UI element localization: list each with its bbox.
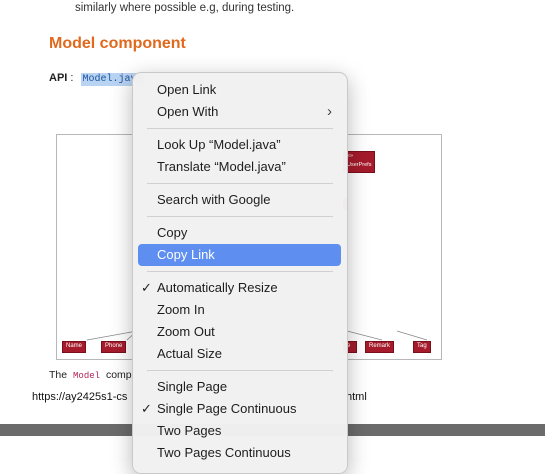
- menu-separator: [147, 271, 333, 272]
- checkmark-icon: ✓: [141, 280, 152, 295]
- menu-label: Actual Size: [157, 346, 223, 361]
- menu-item-look-up[interactable]: Look Up “Model.java”: [138, 134, 341, 156]
- chevron-right-icon: ›: [327, 103, 332, 120]
- menu-label: Open Link: [157, 82, 217, 97]
- menu-label: Search with Google: [157, 192, 271, 207]
- page-url: https://ay2425s1-cs: [32, 391, 128, 403]
- desc-rest: comp: [105, 369, 132, 381]
- menu-label: Two Pages: [157, 423, 222, 438]
- menu-label: Zoom Out: [157, 324, 215, 339]
- menu-item-two-pages[interactable]: Two Pages: [138, 420, 341, 442]
- section-heading: Model component: [49, 35, 186, 52]
- desc-model-code: Model: [73, 371, 101, 381]
- api-row: API : Model.java: [49, 72, 145, 86]
- menu-separator: [147, 370, 333, 371]
- menu-item-zoom-out[interactable]: Zoom Out: [138, 321, 341, 343]
- checkmark-icon: ✓: [141, 401, 152, 416]
- model-description: The Model comp: [49, 369, 132, 381]
- menu-item-zoom-in[interactable]: Zoom In: [138, 299, 341, 321]
- menu-item-two-pages-continuous[interactable]: Two Pages Continuous: [138, 442, 341, 464]
- menu-label: Single Page: [157, 379, 228, 394]
- api-separator: :: [70, 72, 74, 84]
- api-label: API: [49, 72, 68, 84]
- menu-separator: [147, 216, 333, 217]
- menu-label: Open With: [157, 104, 219, 119]
- menu-separator: [147, 183, 333, 184]
- menu-separator: [147, 128, 333, 129]
- menu-item-open-with[interactable]: Open With ›: [138, 101, 341, 123]
- intro-text: similarly where possible e.g, during tes…: [75, 2, 295, 14]
- page-url-tail: html: [346, 391, 367, 403]
- menu-item-copy-link[interactable]: Copy Link: [138, 244, 341, 266]
- menu-item-search-google[interactable]: Search with Google: [138, 189, 341, 211]
- menu-label: Zoom In: [157, 302, 205, 317]
- context-menu: Open Link Open With › Look Up “Model.jav…: [132, 72, 348, 474]
- menu-label: Two Pages Continuous: [157, 445, 291, 460]
- menu-item-single-page-continuous[interactable]: ✓ Single Page Continuous: [138, 398, 341, 420]
- menu-label: Copy: [157, 225, 188, 240]
- menu-label: Single Page Continuous: [157, 401, 297, 416]
- menu-item-copy[interactable]: Copy: [138, 222, 341, 244]
- menu-item-actual-size[interactable]: Actual Size: [138, 343, 341, 365]
- desc-the: The: [49, 369, 68, 381]
- menu-item-translate[interactable]: Translate “Model.java”: [138, 156, 341, 178]
- menu-label: Automatically Resize: [157, 280, 278, 295]
- menu-item-automatically-resize[interactable]: ✓ Automatically Resize: [138, 277, 341, 299]
- menu-label: Copy Link: [157, 247, 215, 262]
- menu-label: Look Up “Model.java”: [157, 137, 281, 152]
- menu-label: Translate “Model.java”: [157, 159, 286, 174]
- menu-item-single-page[interactable]: Single Page: [138, 376, 341, 398]
- menu-item-open-link[interactable]: Open Link: [138, 79, 341, 101]
